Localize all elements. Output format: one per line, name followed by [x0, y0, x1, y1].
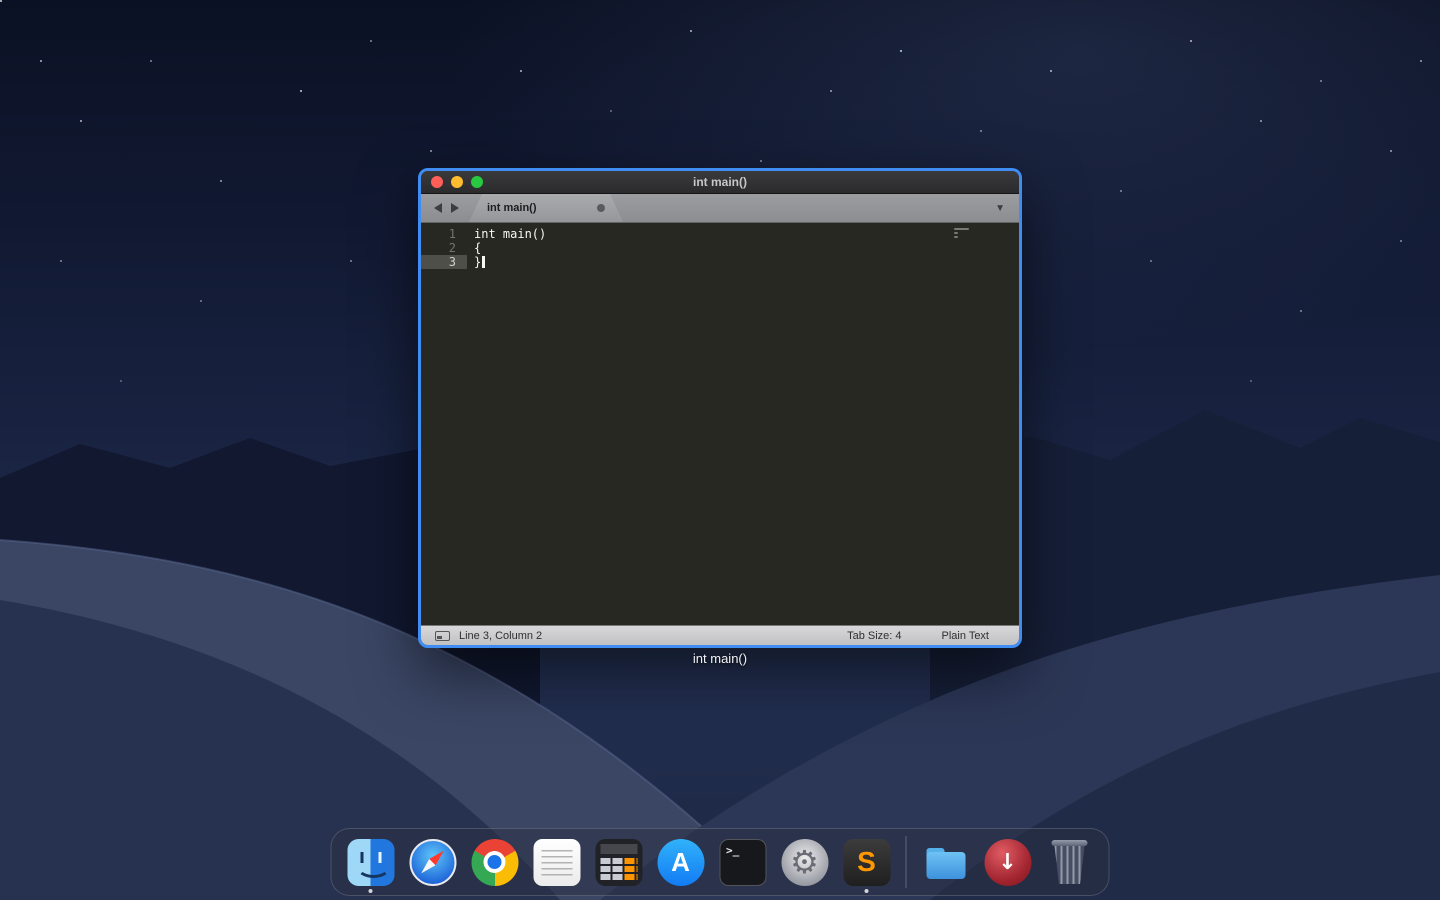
red-circle-app-icon: [984, 839, 1031, 886]
modified-dot-icon: [597, 204, 605, 212]
running-indicator: [369, 889, 373, 893]
running-indicator: [865, 889, 869, 893]
forward-icon[interactable]: [451, 203, 459, 213]
sublime-text-window: int main() int main() ▼ 1 2 3 int main()…: [418, 168, 1022, 648]
terminal-icon: [719, 839, 766, 886]
dock-item-app-store[interactable]: [650, 829, 712, 895]
chrome-icon: [471, 839, 518, 886]
dock: [331, 828, 1110, 896]
code-line: }: [467, 255, 546, 269]
tab-list-dropdown-icon[interactable]: ▼: [995, 203, 1019, 214]
tab-nav-arrows: [421, 194, 469, 222]
dock-separator: [906, 836, 907, 888]
dock-item-folder[interactable]: [915, 829, 977, 895]
code-text: int main(): [474, 227, 546, 241]
app-store-icon: [657, 839, 704, 886]
finder-icon: [347, 839, 394, 886]
dock-item-chrome[interactable]: [464, 829, 526, 895]
status-bar: Line 3, Column 2 Tab Size: 4 Plain Text: [421, 625, 1019, 645]
code-line: {: [467, 241, 546, 255]
panel-toggle-icon[interactable]: [435, 631, 450, 641]
line-number: 2: [421, 241, 467, 255]
status-syntax[interactable]: Plain Text: [942, 630, 990, 642]
calculator-icon: [595, 839, 642, 886]
tab-label: int main(): [487, 202, 537, 214]
dock-item-system-preferences[interactable]: [774, 829, 836, 895]
minimap-line: [954, 232, 958, 234]
back-icon[interactable]: [434, 203, 442, 213]
folder-icon: [922, 839, 969, 886]
dock-item-terminal[interactable]: [712, 829, 774, 895]
textedit-icon: [533, 839, 580, 886]
dock-item-red-circle-app[interactable]: [977, 829, 1039, 895]
minimap[interactable]: [954, 228, 969, 240]
system-preferences-icon: [781, 839, 828, 886]
line-number-gutter: 1 2 3: [421, 227, 467, 625]
dock-item-trash[interactable]: [1039, 829, 1101, 895]
line-number-current: 3: [421, 255, 467, 269]
code-text: }: [474, 255, 481, 269]
dock-item-calculator[interactable]: [588, 829, 650, 895]
status-cursor-position: Line 3, Column 2: [459, 630, 542, 642]
safari-icon: [409, 839, 456, 886]
minimap-line: [954, 236, 958, 238]
tab-bar: int main() ▼: [421, 194, 1019, 223]
status-tab-size[interactable]: Tab Size: 4: [847, 630, 901, 642]
wallpaper-stars: [0, 0, 2, 2]
window-title: int main(): [421, 175, 1019, 189]
trash-icon: [1052, 840, 1088, 884]
dock-item-finder[interactable]: [340, 829, 402, 895]
minimap-line: [954, 228, 969, 230]
code-column[interactable]: int main() { }: [467, 227, 546, 625]
line-number: 1: [421, 227, 467, 241]
editor-area[interactable]: 1 2 3 int main() { }: [421, 223, 1019, 625]
code-text: {: [474, 241, 481, 255]
window-titlebar[interactable]: int main(): [421, 171, 1019, 194]
sublime-text-icon: [843, 839, 890, 886]
dock-item-sublime-text[interactable]: [836, 829, 898, 895]
dock-item-safari[interactable]: [402, 829, 464, 895]
tab-int-main[interactable]: int main(): [469, 194, 623, 222]
text-caret: [482, 256, 485, 268]
window-accessibility-label: int main(): [418, 651, 1022, 666]
code-line: int main(): [467, 227, 546, 241]
dock-item-textedit[interactable]: [526, 829, 588, 895]
